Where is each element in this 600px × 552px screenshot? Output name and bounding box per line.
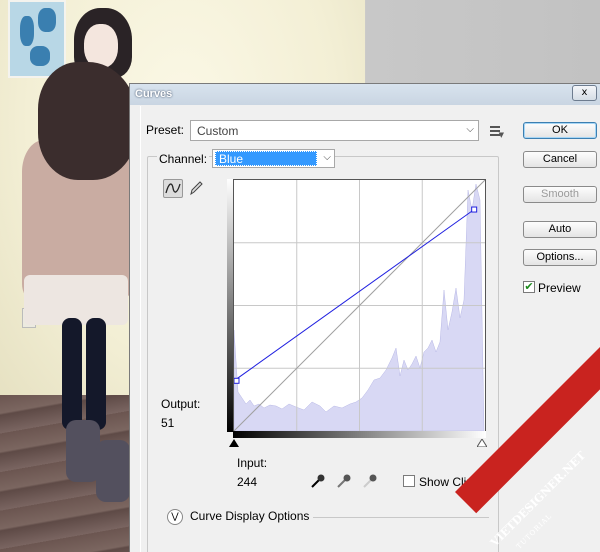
expand-chevron-icon: ⋁ <box>171 512 179 522</box>
input-label: Input: <box>237 456 268 470</box>
curve-canvas[interactable] <box>234 180 485 431</box>
photo-boot-left <box>66 420 100 482</box>
output-label: Output: <box>161 397 201 411</box>
cancel-button[interactable]: Cancel <box>523 151 597 168</box>
white-point-eyedropper-icon[interactable] <box>361 472 379 490</box>
divider <box>313 517 489 518</box>
pencil-icon <box>190 181 203 196</box>
photo-leg-right <box>86 318 106 430</box>
curve-point-black[interactable] <box>234 377 240 384</box>
curve-point-white[interactable] <box>471 206 478 213</box>
chevron-down-icon: ⌵ <box>466 124 474 135</box>
photo-scarf <box>38 62 138 180</box>
curves-dialog: Curves x Preset: Custom ⌵ ▼ OK Cancel Sm… <box>129 83 600 552</box>
show-clipping-checkbox[interactable] <box>403 475 415 487</box>
dialog-panel: Preset: Custom ⌵ ▼ OK Cancel Smooth Auto… <box>140 106 600 552</box>
chevron-down-icon: ⌵ <box>323 152 331 163</box>
options-button[interactable]: Options... <box>523 249 597 266</box>
channel-select[interactable]: Blue ⌵ <box>212 149 335 168</box>
white-slider-icon[interactable] <box>477 439 487 447</box>
preview-label: Preview <box>538 281 581 295</box>
gray-point-eyedropper-icon[interactable] <box>335 472 353 490</box>
smooth-button[interactable]: Smooth <box>523 186 597 203</box>
dialog-title: Curves <box>135 88 173 100</box>
close-button[interactable]: x <box>572 85 597 101</box>
ok-button[interactable]: OK <box>523 122 597 139</box>
black-point-eyedropper-icon[interactable] <box>309 472 327 490</box>
wall-poster <box>8 0 66 78</box>
input-gradient-bar <box>233 431 486 438</box>
photo-boot-right <box>96 440 130 502</box>
black-slider-icon[interactable] <box>229 439 239 447</box>
preset-select[interactable]: Custom ⌵ <box>190 120 479 141</box>
output-value: 51 <box>161 416 175 430</box>
preset-menu-icon[interactable]: ▼ <box>490 124 504 139</box>
preview-checkbox[interactable]: ✔ <box>523 281 535 293</box>
input-value: 244 <box>237 475 258 489</box>
pencil-tool-button[interactable] <box>186 179 206 198</box>
auto-button[interactable]: Auto <box>523 221 597 238</box>
close-icon: x <box>581 87 588 98</box>
curves-graph[interactable] <box>233 179 486 432</box>
dialog-titlebar[interactable]: Curves x <box>130 84 600 105</box>
curve-tool-icon <box>165 183 181 194</box>
curve-display-options-label: Curve Display Options <box>190 509 310 523</box>
preset-label: Preset: <box>146 123 185 137</box>
channel-value: Blue <box>215 151 317 166</box>
curve-tool-button[interactable] <box>163 179 183 198</box>
curve-display-options-toggle[interactable]: ⋁ <box>167 509 183 525</box>
preset-value: Custom <box>197 124 239 138</box>
channel-label: Channel: <box>157 152 210 166</box>
photo-leg-left <box>62 318 82 430</box>
